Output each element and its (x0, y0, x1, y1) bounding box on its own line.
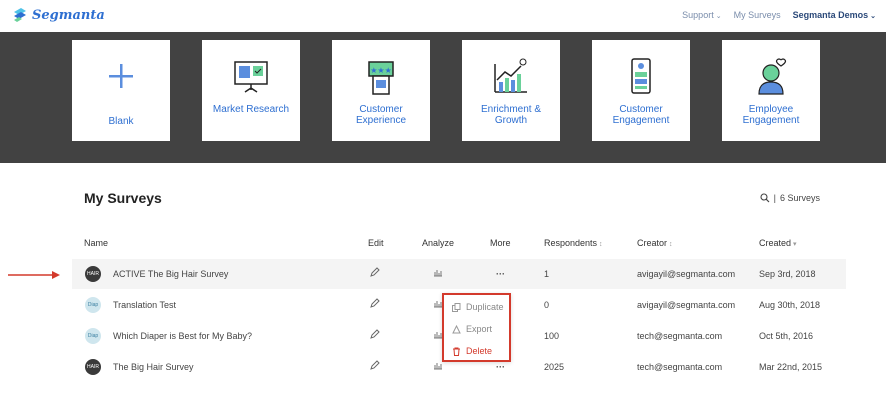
template-card-employee-engagement[interactable]: Employee Engagement (722, 40, 820, 141)
template-label: Customer Engagement (612, 104, 670, 126)
chevron-down-icon: ⌄ (715, 13, 722, 20)
column-header-edit: Edit (368, 238, 384, 248)
template-card-enrichment-growth[interactable]: Enrichment & Growth (462, 40, 560, 141)
star-rating-phone-icon: ★★★ (368, 61, 394, 95)
presentation-board-icon (234, 61, 268, 93)
column-header-analyze: Analyze (422, 238, 455, 248)
respondents-value: 0 (544, 300, 550, 310)
survey-count-label: 6 Surveys (779, 193, 820, 203)
column-header-respondents[interactable]: Respondents ↕ (544, 238, 603, 248)
survey-name[interactable]: ACTIVE The Big Hair Survey (113, 259, 228, 289)
template-card-blank[interactable]: Blank (72, 40, 170, 141)
template-card-customer-experience[interactable]: ★★★ Customer Experience (332, 40, 430, 141)
more-dropdown-menu: Duplicate Export Delete (442, 293, 511, 362)
logo-icon (14, 8, 26, 22)
chevron-down-icon: ⌄ (870, 13, 876, 20)
sort-desc-icon: ▾ (793, 241, 797, 248)
template-card-market-research[interactable]: Market Research (202, 40, 300, 141)
avatar: Diap (85, 328, 101, 344)
creator-value: avigayil@segmanta.com (637, 300, 736, 310)
edit-icon[interactable] (370, 290, 380, 320)
creator-value: tech@segmanta.com (637, 331, 723, 341)
employee-heart-icon (758, 58, 787, 95)
svg-text:★★★: ★★★ (370, 66, 392, 75)
survey-name[interactable]: Which Diaper is Best for My Baby? (113, 321, 252, 351)
top-bar: Segmanta Support ⌄ My Surveys Segmanta De… (0, 0, 886, 32)
search-icon[interactable] (760, 193, 770, 203)
edit-icon[interactable] (370, 352, 380, 382)
column-header-more: More (490, 238, 511, 248)
growth-chart-icon (494, 58, 527, 93)
respondents-value: 1 (544, 269, 550, 279)
table-row[interactable]: HAIR ACTIVE The Big Hair Survey ··· 1 av… (72, 259, 846, 289)
created-value: Oct 5th, 2016 (759, 331, 814, 341)
logo-text: Segmanta (32, 7, 105, 23)
avatar: Diap (85, 297, 101, 313)
more-icon[interactable]: ··· (496, 259, 505, 289)
created-value: Aug 30th, 2018 (759, 300, 821, 310)
export-icon (452, 324, 461, 333)
column-header-name: Name (84, 238, 109, 248)
menu-item-duplicate[interactable]: Duplicate (452, 300, 504, 314)
survey-count: | 6 Surveys (760, 193, 820, 203)
respondents-value: 2025 (544, 362, 565, 372)
created-value: Sep 3rd, 2018 (759, 269, 816, 279)
template-card-customer-engagement[interactable]: Customer Engagement (592, 40, 690, 141)
annotation-arrow-icon (8, 271, 60, 279)
avatar: HAIR (85, 359, 101, 375)
edit-icon[interactable] (370, 259, 380, 289)
trash-icon (453, 347, 460, 356)
column-header-creator[interactable]: Creator ↕ (637, 238, 673, 248)
my-surveys-link[interactable]: My Surveys (734, 10, 781, 20)
menu-item-export[interactable]: Export (452, 322, 492, 336)
phone-engagement-icon (631, 58, 651, 94)
survey-name[interactable]: The Big Hair Survey (113, 352, 194, 382)
survey-name[interactable]: Translation Test (113, 290, 176, 320)
duplicate-icon (452, 302, 461, 312)
segmanta-logo[interactable]: Segmanta (12, 7, 105, 23)
page-title: My Surveys (84, 190, 162, 206)
respondents-value: 100 (544, 331, 560, 341)
column-header-created[interactable]: Created ▾ (759, 238, 797, 248)
top-nav: Support ⌄ My Surveys Segmanta Demos ⌄ (682, 10, 876, 20)
edit-icon[interactable] (370, 321, 380, 351)
account-menu[interactable]: Segmanta Demos ⌄ (793, 10, 876, 20)
template-label: Blank (108, 116, 134, 127)
template-label: Employee Engagement (742, 104, 800, 126)
menu-item-delete[interactable]: Delete (452, 344, 492, 358)
creator-value: avigayil@segmanta.com (637, 269, 736, 279)
template-label: Enrichment & Growth (480, 104, 542, 126)
template-label: Customer Experience (355, 104, 407, 126)
template-label: Market Research (212, 104, 290, 115)
template-band: Blank Market Research ★★★ Customer Exper… (0, 32, 886, 163)
plus-icon (109, 64, 133, 88)
sort-icon: ↕ (599, 241, 603, 248)
creator-value: tech@segmanta.com (637, 362, 723, 372)
created-value: Mar 22nd, 2015 (759, 362, 823, 372)
support-menu[interactable]: Support ⌄ (682, 10, 721, 20)
avatar: HAIR (85, 266, 101, 282)
analyze-icon[interactable] (433, 259, 443, 289)
sort-icon: ↕ (669, 241, 673, 248)
